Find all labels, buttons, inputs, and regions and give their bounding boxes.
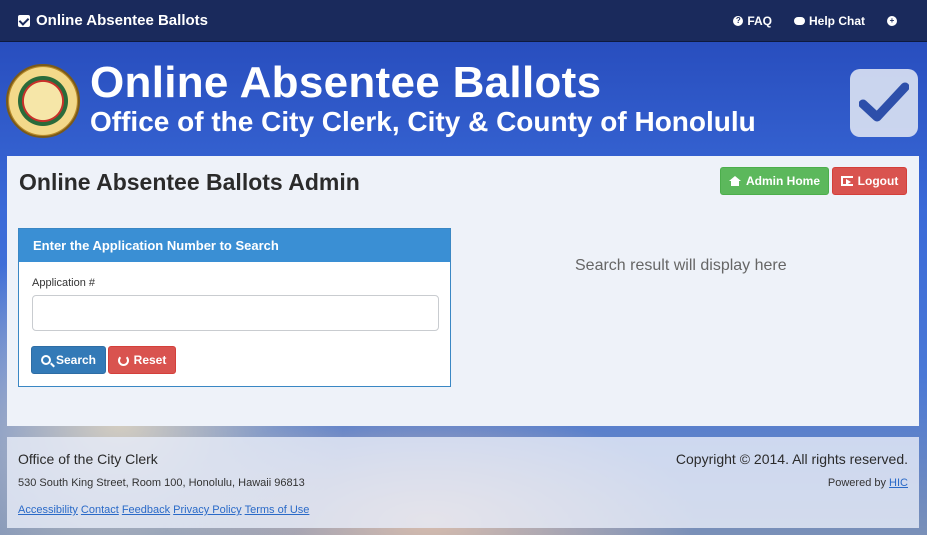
page-title: Online Absentee Ballots Admin	[19, 169, 360, 195]
help-chat-label: Help Chat	[808, 14, 865, 28]
application-number-input[interactable]	[32, 295, 439, 331]
privacy-policy-link[interactable]: Privacy Policy	[173, 504, 241, 516]
search-card: Enter the Application Number to Search A…	[18, 228, 451, 387]
search-label: Search	[55, 353, 97, 367]
navbar-links: ? FAQ Help Chat +	[733, 14, 897, 28]
navbar-brand-label: Online Absentee Ballots	[36, 12, 208, 29]
big-check-icon	[850, 69, 918, 137]
top-navbar: Online Absentee Ballots ? FAQ Help Chat …	[0, 0, 927, 42]
application-number-label: Application #	[32, 277, 95, 289]
terms-of-use-link[interactable]: Terms of Use	[245, 504, 310, 516]
expand-link[interactable]: +	[887, 14, 897, 28]
logout-button[interactable]: Logout	[832, 167, 907, 195]
hic-link[interactable]: HIC	[889, 477, 908, 489]
faq-link[interactable]: ? FAQ	[733, 14, 772, 28]
reset-button[interactable]: Reset	[108, 346, 176, 374]
logout-icon	[840, 176, 853, 186]
refresh-icon	[117, 354, 129, 366]
search-result-placeholder: Search result will display here	[575, 257, 787, 274]
accessibility-link[interactable]: Accessibility	[18, 504, 78, 516]
admin-home-label: Admin Home	[745, 174, 820, 188]
contact-link[interactable]: Contact	[81, 504, 119, 516]
header-title: Online Absentee Ballots	[90, 58, 602, 107]
help-chat-link[interactable]: Help Chat	[793, 14, 865, 28]
seal-logo	[6, 64, 80, 138]
admin-home-button[interactable]: Admin Home	[720, 167, 829, 195]
powered-by-label: Powered by	[827, 477, 886, 489]
footer-copyright: Copyright © 2014. All rights reserved.	[675, 451, 908, 467]
footer-address: 530 South King Street, Room 100, Honolul…	[18, 477, 305, 489]
main-panel: Online Absentee Ballots Admin Admin Home…	[7, 156, 919, 426]
search-card-heading: Enter the Application Number to Search	[19, 229, 450, 262]
reset-label: Reset	[133, 353, 167, 367]
chat-icon	[793, 17, 805, 25]
search-button[interactable]: Search	[31, 346, 106, 374]
check-square-icon	[18, 14, 30, 27]
feedback-link[interactable]: Feedback	[122, 504, 170, 516]
question-circle-icon: ?	[733, 16, 744, 26]
plus-circle-icon: +	[887, 16, 897, 26]
search-icon	[40, 355, 51, 365]
logout-label: Logout	[857, 174, 899, 188]
faq-label: FAQ	[747, 14, 772, 28]
footer: Office of the City Clerk 530 South King …	[7, 437, 919, 528]
home-icon	[728, 176, 741, 186]
footer-links: Accessibility Contact Feedback Privacy P…	[18, 504, 309, 516]
header-subtitle: Office of the City Clerk, City & County …	[90, 106, 756, 137]
navbar-brand[interactable]: Online Absentee Ballots	[18, 12, 208, 29]
footer-powered-by: Powered by HIC	[828, 477, 908, 489]
footer-org: Office of the City Clerk	[18, 451, 158, 467]
